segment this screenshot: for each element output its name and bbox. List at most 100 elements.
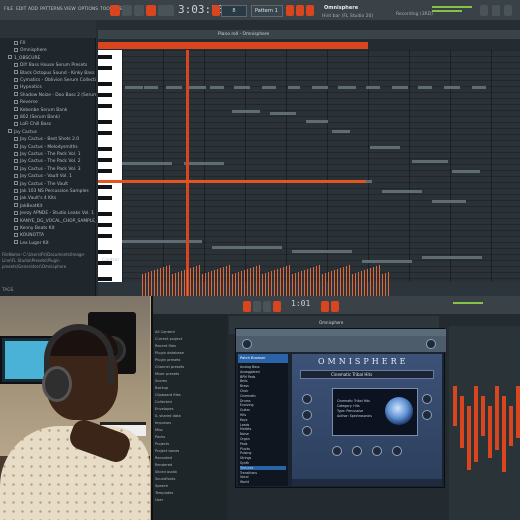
midi-note[interactable]: [184, 162, 224, 165]
black-key[interactable]: [98, 82, 112, 87]
menu-add[interactable]: ADD: [28, 7, 38, 12]
mixer-fader[interactable]: [495, 386, 499, 450]
velocity-bar[interactable]: [316, 266, 317, 296]
velocity-bar[interactable]: [382, 274, 383, 296]
midi-note[interactable]: [210, 86, 224, 89]
velocity-bar[interactable]: [205, 273, 206, 296]
velocity-bar[interactable]: [220, 268, 221, 296]
patch-list-item[interactable]: Brass: [240, 384, 286, 388]
m2-browser-item[interactable]: Channel presets: [155, 365, 225, 369]
velocity-bar[interactable]: [190, 268, 191, 296]
velocity-bar[interactable]: [361, 271, 362, 296]
velocity-bar[interactable]: [355, 273, 356, 296]
velocity-bar[interactable]: [166, 266, 167, 296]
plugin-titlebar[interactable]: [236, 329, 446, 336]
patch-list-item[interactable]: Arpeggiated: [240, 370, 286, 374]
pattern-selector[interactable]: Pattern 1: [251, 5, 283, 17]
midi-note[interactable]: [306, 120, 328, 123]
velocity-bar[interactable]: [232, 274, 233, 296]
velocity-bar[interactable]: [259, 265, 260, 296]
tempo-button[interactable]: [158, 5, 174, 16]
velocity-bar[interactable]: [193, 267, 194, 296]
resonance-knob[interactable]: [352, 446, 362, 456]
m2-browser-item[interactable]: Clipboard files: [155, 393, 225, 397]
velocity-bar[interactable]: [256, 266, 257, 296]
patch-list-item[interactable]: World: [240, 480, 286, 484]
velocity-bar[interactable]: [349, 265, 350, 296]
velocity-bar[interactable]: [283, 267, 284, 296]
velocity-bar[interactable]: [181, 271, 182, 296]
black-key[interactable]: [98, 158, 112, 162]
part-knob-3[interactable]: [302, 426, 312, 436]
velocity-bar[interactable]: [277, 269, 278, 296]
browser-list-item[interactable]: Jeezy APNDE - Studio Leaks Vol. 1: [0, 210, 96, 217]
m2-browser-item[interactable]: Collected: [155, 400, 225, 404]
pattern-number[interactable]: 8: [221, 5, 247, 17]
m2-stop-button[interactable]: [263, 301, 271, 312]
black-key[interactable]: [98, 66, 112, 71]
black-key[interactable]: [98, 185, 112, 189]
velocity-bar[interactable]: [298, 272, 299, 296]
black-key[interactable]: [98, 168, 112, 173]
release-knob[interactable]: [392, 446, 402, 456]
midi-note[interactable]: [166, 86, 182, 89]
velocity-bar[interactable]: [370, 268, 371, 296]
midi-note[interactable]: [472, 86, 486, 89]
midi-note[interactable]: [422, 256, 482, 259]
m2-browser-item[interactable]: Mixer presets: [155, 372, 225, 376]
midi-note[interactable]: [332, 130, 350, 133]
midi-note[interactable]: [122, 162, 172, 165]
part-knob-2[interactable]: [302, 410, 312, 420]
patch-list-item[interactable]: Mallets: [240, 427, 286, 431]
velocity-bar[interactable]: [274, 270, 275, 296]
mixer-fader[interactable]: [516, 386, 520, 438]
mixer-fader[interactable]: [509, 406, 513, 446]
m2-browser-item[interactable]: Current project: [155, 337, 225, 341]
m2-browser-item[interactable]: Recorded: [155, 456, 225, 460]
midi-note[interactable]: [212, 246, 282, 249]
browser-list-item[interactable]: Jay Cactus - Melodysmiths: [0, 144, 96, 151]
velocity-bar[interactable]: [157, 269, 158, 296]
patch-list-item[interactable]: Cinematic: [240, 394, 286, 398]
browser-list-item[interactable]: DIY Bass House Serum Presets: [0, 62, 96, 69]
m2-browser-item[interactable]: Misc: [155, 428, 225, 432]
browser-list-item[interactable]: LoFi Chill Bass: [0, 121, 96, 128]
velocity-bar[interactable]: [385, 273, 386, 296]
browser-list-item[interactable]: 802 (Serum Bank): [0, 114, 96, 121]
velocity-bar[interactable]: [184, 270, 185, 296]
browser-list-item[interactable]: Jay Cactus - The Pack Vol. 3: [0, 166, 96, 173]
plugin-header-knob[interactable]: [242, 339, 252, 349]
velocity-bar[interactable]: [199, 265, 200, 296]
black-key[interactable]: [98, 93, 112, 98]
toolbar-icon-b[interactable]: [296, 5, 304, 16]
velocity-bar[interactable]: [211, 271, 212, 296]
velocity-lane[interactable]: [122, 262, 392, 296]
mixer-fader[interactable]: [460, 396, 464, 448]
midi-note[interactable]: [412, 160, 448, 163]
piano-keyboard[interactable]: [98, 50, 122, 282]
velocity-bar[interactable]: [154, 270, 155, 296]
patch-list-item[interactable]: Leads: [240, 423, 286, 427]
velocity-bar[interactable]: [196, 266, 197, 296]
midi-note[interactable]: [292, 250, 352, 253]
velocity-bar[interactable]: [289, 265, 290, 296]
menu-view[interactable]: VIEW: [64, 7, 76, 12]
browser-list-item[interactable]: Kenny Beats Kit: [0, 225, 96, 232]
m2-browser-item[interactable]: All Content: [155, 330, 225, 334]
midi-note[interactable]: [444, 86, 460, 89]
piano-roll-titlebar[interactable]: Piano roll - Omnisphere: [98, 30, 520, 39]
browser-list-item[interactable]: Omnisphere: [0, 47, 96, 54]
toolbar-icon-c[interactable]: [306, 5, 314, 16]
midi-note[interactable]: [288, 86, 300, 89]
patch-list-item[interactable]: Plucks: [240, 447, 286, 451]
velocity-bar[interactable]: [292, 274, 293, 296]
browser-list-item[interactable]: Jay Cactus - The Pack Vol. 2: [0, 158, 96, 165]
velocity-bar[interactable]: [304, 270, 305, 296]
black-key[interactable]: [98, 147, 112, 152]
midi-note[interactable]: [234, 86, 250, 89]
velocity-bar[interactable]: [307, 269, 308, 296]
velocity-bar[interactable]: [331, 271, 332, 296]
black-key[interactable]: [98, 233, 112, 238]
browser-list-item[interactable]: FX: [0, 40, 96, 47]
velocity-bar[interactable]: [310, 268, 311, 296]
